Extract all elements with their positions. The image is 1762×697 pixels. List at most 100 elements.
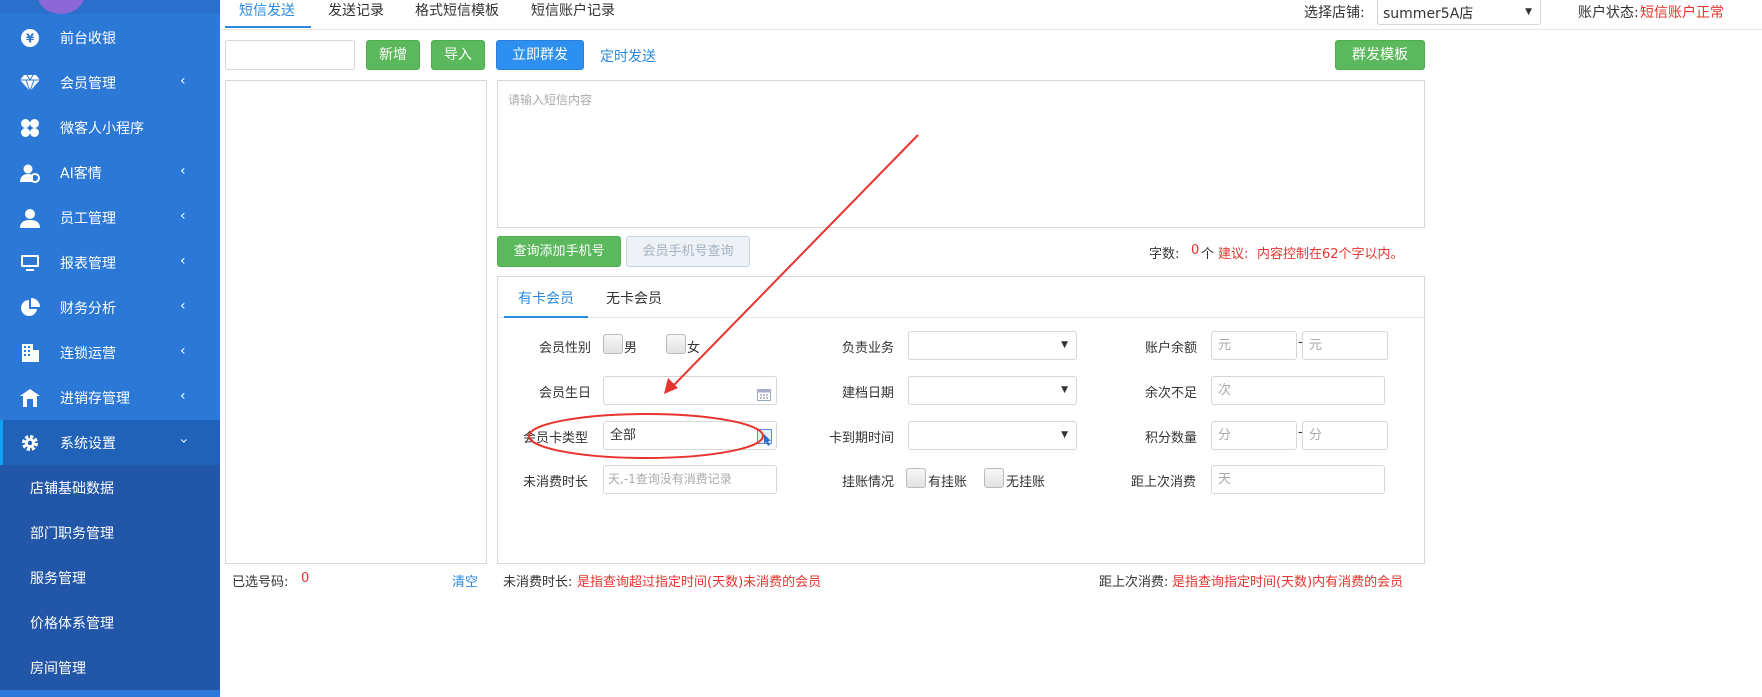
query-add-phone-button[interactable]: 查询添加手机号 bbox=[497, 236, 621, 267]
note-last-consume-label: 距上次消费: bbox=[1099, 575, 1169, 590]
sidebar-item-staff[interactable]: 员工管理 ‹ bbox=[0, 195, 220, 240]
last-consume-input[interactable]: 天 bbox=[1211, 465, 1385, 494]
chevron-left-icon: ‹ bbox=[180, 253, 186, 269]
card-type-value: 全部 bbox=[610, 428, 637, 443]
business-select[interactable]: ▼ bbox=[908, 331, 1077, 360]
last-consume-label: 距上次消费 bbox=[1131, 475, 1197, 490]
member-filter-panel: 有卡会员 无卡会员 bbox=[497, 276, 1425, 564]
birthday-date-input[interactable] bbox=[603, 376, 777, 405]
remaining-times-label: 余次不足 bbox=[1145, 386, 1198, 401]
user-ai-icon bbox=[19, 162, 41, 184]
sidebar-subitem-rooms[interactable]: 房间管理 bbox=[0, 645, 220, 690]
select-picker-icon[interactable] bbox=[757, 429, 774, 449]
store-select[interactable]: summer5A店 ▼ bbox=[1377, 0, 1541, 25]
phone-input[interactable] bbox=[225, 40, 355, 70]
chevron-down-icon: ‹ bbox=[175, 438, 192, 444]
import-button[interactable]: 导入 bbox=[431, 40, 485, 70]
sidebar: ¥ 前台收银 会员管理 ‹ 微客人小程序 AI客情 ‹ 员工管理 ‹ 报表管理 bbox=[0, 0, 220, 697]
sidebar-top-strip bbox=[0, 0, 220, 14]
tab-send-records[interactable]: 发送记录 bbox=[328, 0, 384, 28]
char-count-value: 0 bbox=[1191, 243, 1200, 258]
sidebar-item-label: 微客人小程序 bbox=[60, 121, 144, 137]
remaining-times-input[interactable]: 次 bbox=[1211, 376, 1385, 405]
chevron-left-icon: ‹ bbox=[180, 388, 186, 404]
tab-card-members[interactable]: 有卡会员 bbox=[504, 289, 588, 318]
store-select-value: summer5A店 bbox=[1383, 6, 1474, 22]
balance-min-input[interactable]: 元 bbox=[1211, 331, 1297, 360]
add-button[interactable]: 新增 bbox=[366, 40, 420, 70]
caret-down-icon: ▼ bbox=[1061, 430, 1068, 440]
balance-label: 账户余额 bbox=[1145, 341, 1198, 356]
balance-max-input[interactable]: 元 bbox=[1302, 331, 1388, 360]
note-no-consume-text: 是指查询超过指定时间(天数)未消费的会员 bbox=[577, 575, 822, 590]
mini-program-icon bbox=[19, 117, 41, 139]
sidebar-item-cashier[interactable]: ¥ 前台收银 bbox=[0, 15, 220, 60]
sidebar-item-members[interactable]: 会员管理 ‹ bbox=[0, 60, 220, 105]
credit-status-label: 挂账情况 bbox=[842, 475, 895, 490]
caret-down-icon: ▼ bbox=[1061, 385, 1068, 395]
chevron-left-icon: ‹ bbox=[180, 73, 186, 89]
sidebar-item-label: 连锁运营 bbox=[60, 346, 116, 362]
business-label: 负责业务 bbox=[842, 341, 895, 356]
sidebar-subitem-store-data[interactable]: 店铺基础数据 bbox=[0, 465, 220, 510]
caret-down-icon: ▼ bbox=[1525, 7, 1532, 17]
caret-down-icon: ▼ bbox=[1061, 340, 1068, 350]
member-phone-query-button[interactable]: 会员手机号查询 bbox=[626, 236, 750, 267]
building-icon bbox=[19, 342, 41, 364]
sidebar-item-mini-program[interactable]: 微客人小程序 bbox=[0, 105, 220, 150]
send-now-button[interactable]: 立即群发 bbox=[496, 40, 584, 70]
sidebar-item-label: 报表管理 bbox=[60, 256, 116, 272]
tab-bar-divider bbox=[220, 29, 1762, 30]
male-checkbox[interactable] bbox=[603, 334, 623, 354]
no-consume-input[interactable]: 天,-1查询没有消费记录 bbox=[603, 465, 777, 494]
no-credit-checkbox[interactable] bbox=[984, 468, 1004, 488]
chevron-left-icon: ‹ bbox=[180, 163, 186, 179]
expire-time-label: 卡到期时间 bbox=[829, 431, 895, 446]
sidebar-subitem-label: 服务管理 bbox=[30, 571, 86, 587]
sidebar-item-finance[interactable]: 财务分析 ‹ bbox=[0, 285, 220, 330]
created-date-select[interactable]: ▼ bbox=[908, 376, 1077, 405]
no-consume-label: 未消费时长 bbox=[523, 475, 589, 490]
sms-content-textarea[interactable]: 请输入短信内容 bbox=[497, 80, 1425, 228]
sidebar-item-reports[interactable]: 报表管理 ‹ bbox=[0, 240, 220, 285]
sidebar-item-chain[interactable]: 连锁运营 ‹ bbox=[0, 330, 220, 375]
suggest-text: 内容控制在62个字以内。 bbox=[1257, 247, 1404, 262]
calendar-icon bbox=[757, 384, 771, 404]
sidebar-item-settings[interactable]: 系统设置 ‹ bbox=[0, 420, 220, 465]
points-max-input[interactable]: 分 bbox=[1302, 421, 1388, 450]
char-count-label: 字数: bbox=[1149, 247, 1180, 262]
sidebar-subitem-departments[interactable]: 部门职务管理 bbox=[0, 510, 220, 555]
bulk-template-button[interactable]: 群发模板 bbox=[1335, 40, 1425, 70]
sidebar-item-inventory[interactable]: 进销存管理 ‹ bbox=[0, 375, 220, 420]
has-credit-label: 有挂账 bbox=[928, 475, 968, 490]
sidebar-item-ai[interactable]: AI客情 ‹ bbox=[0, 150, 220, 195]
sidebar-item-label: 员工管理 bbox=[60, 211, 116, 227]
filter-tab-divider bbox=[498, 317, 1424, 318]
points-min-input[interactable]: 分 bbox=[1211, 421, 1297, 450]
tab-sms-templates[interactable]: 格式短信模板 bbox=[415, 0, 499, 28]
selected-phone-list[interactable] bbox=[225, 80, 487, 564]
clear-link[interactable]: 清空 bbox=[452, 571, 478, 590]
sms-content-placeholder: 请输入短信内容 bbox=[508, 93, 593, 107]
sidebar-subitem-label: 店铺基础数据 bbox=[30, 481, 114, 497]
tab-sms-send[interactable]: 短信发送 bbox=[225, 0, 311, 28]
female-checkbox[interactable] bbox=[666, 334, 686, 354]
sidebar-item-label: 前台收银 bbox=[60, 31, 116, 47]
warehouse-icon bbox=[19, 387, 41, 409]
card-type-label: 会员卡类型 bbox=[523, 431, 589, 446]
sidebar-item-label: AI客情 bbox=[60, 166, 102, 182]
note-last-consume-text: 是指查询指定时间(天数)内有消费的会员 bbox=[1172, 575, 1404, 590]
expire-time-select[interactable]: ▼ bbox=[908, 421, 1077, 450]
birthday-label: 会员生日 bbox=[539, 386, 592, 401]
sidebar-subitem-label: 房间管理 bbox=[30, 661, 86, 677]
sidebar-subitem-services[interactable]: 服务管理 bbox=[0, 555, 220, 600]
tab-no-card-members[interactable]: 无卡会员 bbox=[606, 289, 662, 309]
tab-account-records[interactable]: 短信账户记录 bbox=[531, 0, 615, 28]
schedule-send-link[interactable]: 定时发送 bbox=[600, 46, 656, 66]
has-credit-checkbox[interactable] bbox=[906, 468, 926, 488]
card-type-input[interactable]: 全部 bbox=[603, 421, 777, 450]
male-label: 男 bbox=[624, 341, 638, 356]
sidebar-subitem-pricing[interactable]: 价格体系管理 bbox=[0, 600, 220, 645]
diamond-icon bbox=[19, 72, 41, 94]
svg-text:¥: ¥ bbox=[26, 32, 35, 46]
